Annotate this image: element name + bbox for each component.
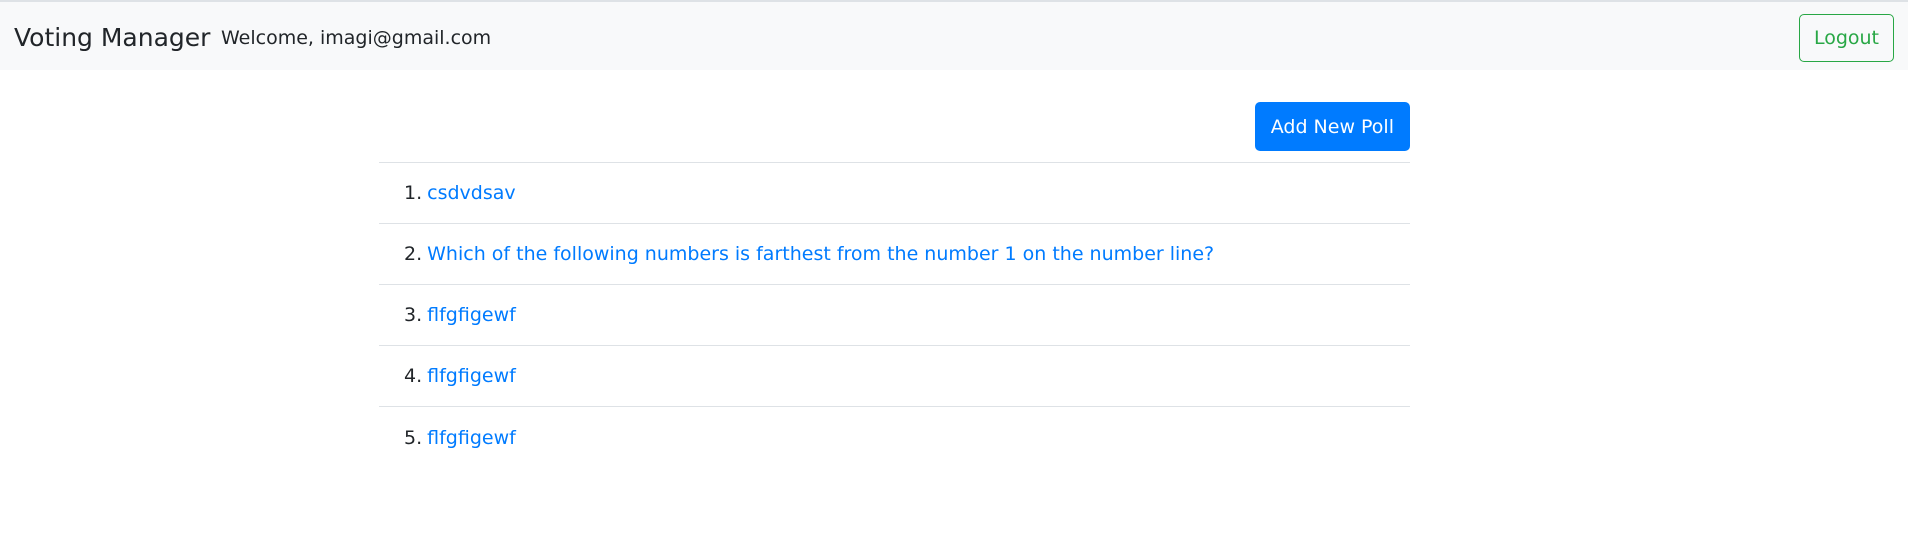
logout-button[interactable]: Logout (1798, 14, 1894, 62)
poll-number: 4. (404, 365, 423, 387)
main-content: Add New Poll 1. csdvdsav 2. Which of the… (379, 102, 1410, 468)
poll-list-item: 5. flfgfigewf (379, 407, 1410, 468)
poll-link[interactable]: flfgfigewf (427, 365, 516, 387)
poll-list-item: 3. flfgfigewf (379, 285, 1410, 346)
poll-link[interactable]: Which of the following numbers is farthe… (427, 243, 1214, 265)
welcome-text: Welcome, imagi@gmail.com (221, 27, 492, 49)
poll-number: 1. (404, 182, 423, 204)
brand-title[interactable]: Voting Manager (14, 23, 210, 53)
add-new-poll-button[interactable]: Add New Poll (1254, 102, 1410, 151)
navbar: Voting Manager Welcome, imagi@gmail.com … (0, 0, 1908, 70)
poll-toolbar: Add New Poll (379, 102, 1410, 163)
poll-link[interactable]: csdvdsav (427, 182, 516, 204)
poll-number: 3. (404, 304, 423, 326)
poll-list: 1. csdvdsav 2. Which of the following nu… (379, 163, 1410, 468)
poll-number: 5. (404, 426, 423, 449)
poll-link[interactable]: flfgfigewf (427, 427, 516, 449)
poll-link[interactable]: flfgfigewf (427, 304, 516, 326)
poll-number: 2. (404, 243, 423, 265)
poll-list-item: 2. Which of the following numbers is far… (379, 224, 1410, 285)
poll-list-item: 1. csdvdsav (379, 163, 1410, 224)
poll-list-item: 4. flfgfigewf (379, 346, 1410, 407)
